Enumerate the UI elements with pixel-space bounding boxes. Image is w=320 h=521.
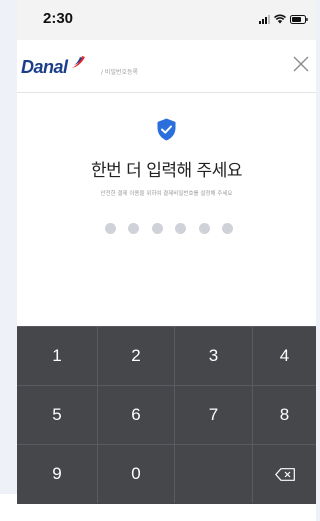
wifi-icon [274, 14, 286, 24]
pin-dots [105, 223, 233, 235]
page-title: 한번 더 입력해 주세요 [91, 161, 242, 181]
key-blank [175, 444, 253, 503]
page-subtitle: 안전한 결제 이용을 위하여 결제비밀번호를 설정해 주세요 [100, 191, 233, 197]
status-icons [259, 13, 308, 25]
backspace-key[interactable] [253, 444, 316, 503]
pin-dot [198, 223, 210, 234]
key-0[interactable]: 0 [98, 444, 175, 503]
pin-dot [175, 223, 187, 234]
breadcrumb: / 비밀번호등록 [101, 69, 139, 76]
shield-check-icon [157, 118, 176, 141]
signal-icon [259, 14, 270, 24]
logo-text: Danal [21, 57, 68, 77]
key-5[interactable]: 5 [17, 385, 98, 444]
key-2[interactable]: 2 [98, 326, 175, 385]
status-bar: 2:30 [17, 0, 316, 40]
key-9[interactable]: 9 [17, 444, 98, 503]
key-7[interactable]: 7 [175, 385, 253, 444]
pin-dot [105, 223, 116, 234]
pin-dot [151, 223, 163, 234]
key-4[interactable]: 4 [253, 326, 316, 385]
status-time: 2:30 [43, 10, 74, 27]
backspace-icon [274, 467, 295, 481]
key-8[interactable]: 8 [253, 385, 316, 444]
pin-dot [128, 223, 140, 234]
number-keypad: 1 2 3 4 5 6 7 8 9 0 [17, 326, 316, 504]
key-6[interactable]: 6 [98, 385, 175, 444]
close-icon[interactable] [292, 55, 310, 73]
logo-mark-icon [71, 56, 85, 68]
phone-screen: 2:30 Danal / 비밀번호등록 한번 더 입력해 주세요 안전한 결제 … [17, 0, 316, 504]
battery-icon [290, 14, 308, 24]
page-header: Danal / 비밀번호등록 [17, 40, 316, 93]
pin-dot [221, 223, 233, 234]
key-3[interactable]: 3 [175, 326, 253, 385]
danal-logo: Danal [21, 52, 86, 76]
key-1[interactable]: 1 [17, 326, 98, 385]
